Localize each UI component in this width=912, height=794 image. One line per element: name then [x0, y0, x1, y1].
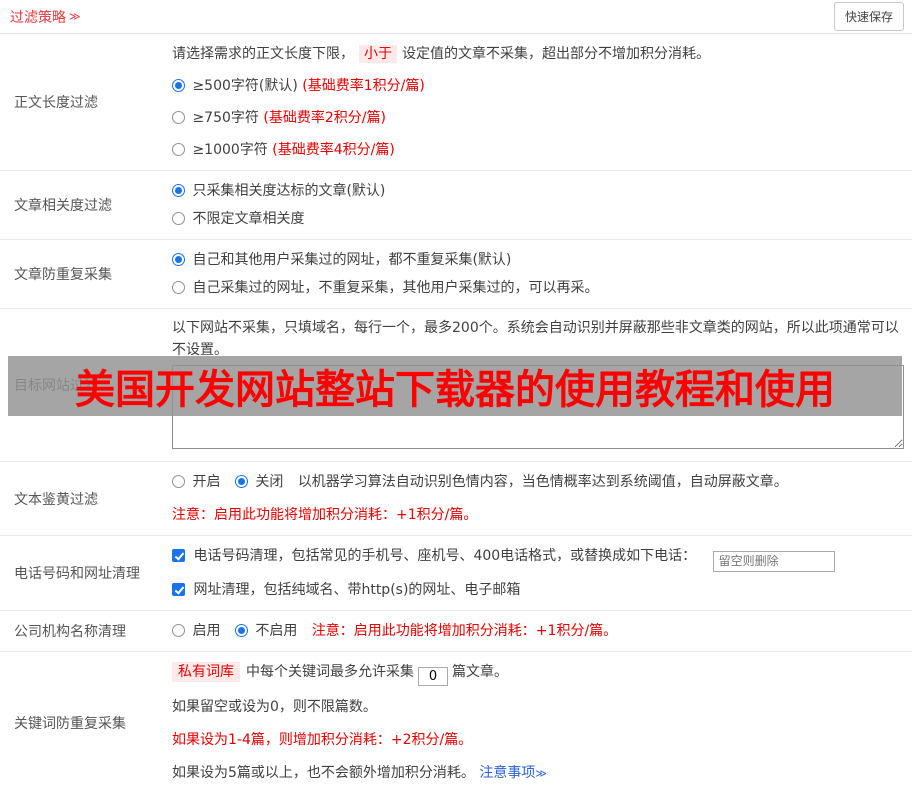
- chevron-icon: ≫: [69, 10, 81, 23]
- radio-option-relevance-off[interactable]: 不限定文章相关度: [172, 207, 904, 231]
- option-label: ≥750字符: [192, 110, 259, 126]
- row-phone-url-clean: 电话号码和网址清理 电话号码清理，包括常见的手机号、座机号、400电话格式，或替…: [0, 536, 912, 611]
- radio-option-750[interactable]: ≥750字符 (基础费率2积分/篇): [172, 106, 904, 130]
- option-label: 不启用: [255, 622, 298, 639]
- radio-icon[interactable]: [234, 475, 248, 488]
- radio-icon[interactable]: [172, 212, 185, 225]
- company-clean-warning: 注意：启用此功能将增加积分消耗：+1积分/篇。: [311, 622, 618, 639]
- row-target-site-filter: 目标网站过滤 以下网站不采集，只填域名，每行一个，最多200个。系统会自动识别并…: [0, 309, 912, 462]
- row-label: 电话号码和网址清理: [14, 565, 140, 582]
- porn-filter-description: 以机器学习算法自动识别色情内容，当色情概率达到系统阈值，自动屏蔽文章。: [297, 474, 788, 490]
- row-label: 目标网站过滤: [14, 378, 98, 394]
- radio-option-porn-off[interactable]: 关闭: [234, 474, 288, 490]
- checkbox-option-phone-clean[interactable]: 电话号码清理，包括常见的手机号、座机号、400电话格式，或替换成如下电话：: [172, 548, 701, 564]
- option-label: 关闭: [255, 474, 284, 490]
- row-keyword-dedup: 关键词防重复采集 私有词库中每个关键词最多允许采集 篇文章。 如果留空或设为0，则…: [0, 652, 912, 794]
- quick-save-button[interactable]: 快速保存: [833, 2, 904, 31]
- option-label: 只采集相关度达标的文章(默认): [192, 183, 386, 199]
- keyword-line4: 如果设为5篇或以上，也不会额外增加积分消耗。: [172, 764, 475, 781]
- radio-icon[interactable]: [172, 253, 185, 266]
- radio-option-company-on[interactable]: 启用: [172, 623, 225, 639]
- radio-icon[interactable]: [172, 79, 185, 92]
- row-porn-filter: 文本鉴黄过滤 开启 关闭 以机器学习算法自动识别色情内容，当色情概率达到系统阈值…: [0, 462, 912, 536]
- option-label: 开启: [192, 474, 221, 490]
- radio-icon[interactable]: [172, 281, 185, 294]
- radio-option-1000[interactable]: ≥1000字符 (基础费率4积分/篇): [172, 138, 904, 162]
- row-label: 正文长度过滤: [14, 95, 98, 111]
- keyword-count-input[interactable]: [418, 666, 448, 686]
- radio-option-relevance-on[interactable]: 只采集相关度达标的文章(默认): [172, 179, 904, 203]
- keyword-line1-tail: 篇文章。: [452, 663, 508, 680]
- row-label: 文章相关度过滤: [14, 198, 112, 214]
- option-label: 自己采集过的网址，不重复采集，其他用户采集过的，可以再采。: [192, 280, 599, 296]
- radio-icon[interactable]: [172, 143, 185, 156]
- radio-icon[interactable]: [234, 623, 248, 637]
- row-label: 关键词防重复采集: [14, 715, 126, 732]
- option-label: 电话号码清理，包括常见的手机号、座机号、400电话格式，或替换成如下电话：: [193, 548, 697, 564]
- checkbox-option-url-clean[interactable]: 网址清理，包括纯域名、带http(s)的网址、电子邮箱: [172, 582, 520, 598]
- blocked-sites-textarea[interactable]: [172, 365, 904, 449]
- top-bar: 过滤策略 ≫ 快速保存: [0, 0, 912, 34]
- radio-option-dedup-all[interactable]: 自己和其他用户采集过的网址，都不重复采集(默认): [172, 248, 904, 272]
- checkbox-icon[interactable]: [172, 549, 185, 562]
- row-dedup-filter: 文章防重复采集 自己和其他用户采集过的网址，都不重复采集(默认) 自己采集过的网…: [0, 240, 912, 309]
- option-note: (基础费率4积分/篇): [272, 142, 395, 158]
- target-site-description: 以下网站不采集，只填域名，每行一个，最多200个。系统会自动识别并屏蔽那些非文章…: [172, 320, 899, 358]
- row-label: 文本鉴黄过滤: [14, 491, 98, 508]
- chevron-icon: ≫: [535, 766, 547, 780]
- intro-text: 请选择需求的正文长度下限，: [172, 46, 354, 62]
- option-note: (基础费率2积分/篇): [263, 110, 386, 126]
- option-label: 网址清理，包括纯域名、带http(s)的网址、电子邮箱: [193, 581, 521, 598]
- radio-icon[interactable]: [172, 623, 185, 637]
- porn-filter-warning: 注意：启用此功能将增加积分消耗：+1积分/篇。: [172, 507, 478, 523]
- option-label: ≥500字符(默认): [192, 78, 298, 94]
- keyword-line1-text: 中每个关键词最多允许采集: [246, 663, 414, 680]
- radio-icon[interactable]: [172, 184, 185, 197]
- row-label: 公司机构名称清理: [14, 623, 126, 640]
- option-label: 不限定文章相关度: [192, 211, 305, 227]
- row-company-clean: 公司机构名称清理 启用 不启用 注意：启用此功能将增加积分消耗：+1积分/篇。: [0, 611, 912, 652]
- radio-icon[interactable]: [172, 475, 185, 488]
- intro-highlight: 小于: [359, 45, 397, 63]
- filter-strategy-toggle[interactable]: 过滤策略 ≫: [10, 7, 81, 27]
- option-label: 自己和其他用户采集过的网址，都不重复采集(默认): [192, 252, 512, 268]
- option-label: 启用: [192, 622, 221, 639]
- keyword-line2: 如果留空或设为0，则不限篇数。: [172, 698, 377, 715]
- intro-text-after: 设定值的文章不采集，超出部分不增加积分消耗。: [402, 46, 710, 62]
- radio-icon[interactable]: [172, 111, 185, 124]
- notice-link[interactable]: 注意事项≫: [479, 765, 547, 781]
- row-label: 文章防重复采集: [14, 267, 112, 283]
- private-lexicon-badge: 私有词库: [172, 661, 240, 682]
- radio-option-company-off[interactable]: 不启用: [234, 622, 302, 639]
- radio-option-porn-on[interactable]: 开启: [172, 474, 225, 490]
- page-title: 过滤策略: [10, 9, 66, 26]
- radio-option-500[interactable]: ≥500字符(默认) (基础费率1积分/篇): [172, 74, 904, 98]
- phone-replacement-input[interactable]: [712, 550, 835, 572]
- length-filter-intro: 请选择需求的正文长度下限， 小于 设定值的文章不采集，超出部分不增加积分消耗。: [172, 42, 904, 66]
- radio-option-dedup-self[interactable]: 自己采集过的网址，不重复采集，其他用户采集过的，可以再采。: [172, 276, 904, 300]
- row-length-filter: 正文长度过滤 请选择需求的正文长度下限， 小于 设定值的文章不采集，超出部分不增加积…: [0, 34, 912, 171]
- option-label: ≥1000字符: [192, 142, 268, 158]
- option-note: (基础费率1积分/篇): [302, 78, 425, 94]
- row-relevance-filter: 文章相关度过滤 只采集相关度达标的文章(默认) 不限定文章相关度: [0, 171, 912, 240]
- checkbox-icon[interactable]: [172, 582, 185, 596]
- notice-link-label: 注意事项: [479, 764, 536, 781]
- keyword-line3: 如果设为1-4篇，则增加积分消耗：+2积分/篇。: [172, 731, 473, 748]
